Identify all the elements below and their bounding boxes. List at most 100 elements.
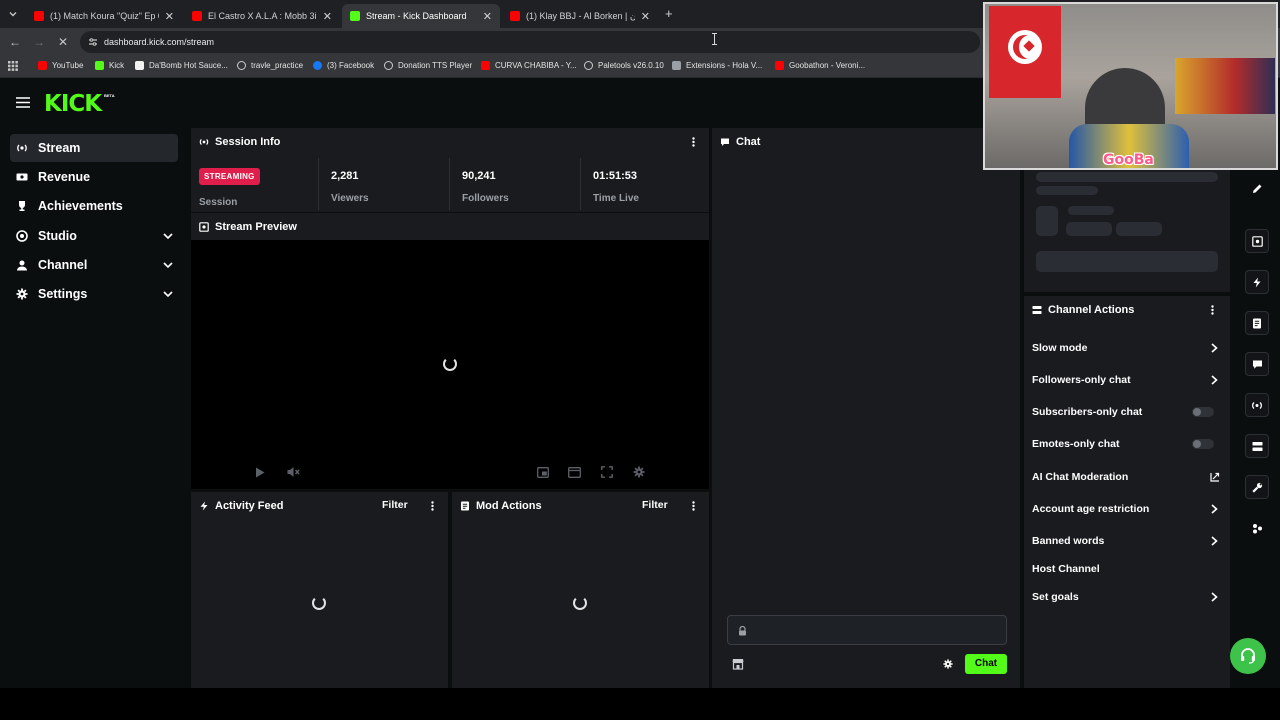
browser-tab[interactable]: (1) Match Koura "Quiz" Ep 02 ✕ bbox=[26, 4, 182, 28]
tunisia-flag bbox=[989, 6, 1061, 98]
bookmark-extensions[interactable]: Extensions - Hola V... bbox=[672, 61, 762, 70]
stop-loading-icon[interactable]: ✕ bbox=[56, 35, 70, 49]
close-tab-icon[interactable]: ✕ bbox=[323, 10, 332, 23]
forward-arrow-icon[interactable]: → bbox=[32, 35, 46, 49]
rail-mod-actions-button[interactable] bbox=[1245, 311, 1269, 335]
sidebar-item-stream[interactable]: Stream bbox=[10, 134, 178, 162]
more-options-icon[interactable] bbox=[431, 501, 434, 511]
session-info-panel: Session Info STREAMING Session 2,281 Vie… bbox=[191, 128, 709, 212]
url-input[interactable]: dashboard.kick.com/stream bbox=[80, 31, 980, 53]
skeleton-bar bbox=[1066, 222, 1112, 236]
ai-chat-moderation-row[interactable]: AI Chat Moderation bbox=[1032, 467, 1224, 487]
activity-feed-header: Activity Feed bbox=[191, 492, 448, 520]
host-channel-label: Host Channel bbox=[1032, 563, 1100, 575]
lightning-icon bbox=[1253, 277, 1261, 287]
more-options-icon[interactable] bbox=[1211, 305, 1214, 315]
back-arrow-icon[interactable]: ← bbox=[8, 35, 22, 49]
followers-only-row[interactable]: Followers-only chat bbox=[1032, 370, 1224, 390]
stream-preview-header: Stream Preview bbox=[191, 213, 709, 240]
rail-edit-button[interactable] bbox=[1245, 176, 1269, 200]
sidebar: Stream Revenue Achievements Studio Chann… bbox=[0, 126, 188, 688]
rail-tools-button[interactable] bbox=[1245, 475, 1269, 499]
apps-grid-icon[interactable] bbox=[8, 61, 18, 71]
new-tab-button[interactable]: + bbox=[665, 6, 673, 21]
subscribers-only-row: Subscribers-only chat bbox=[1032, 402, 1224, 422]
url-text: dashboard.kick.com/stream bbox=[104, 37, 215, 47]
preview-icon bbox=[1251, 235, 1263, 247]
close-tab-icon[interactable]: ✕ bbox=[641, 10, 650, 23]
sidebar-item-settings[interactable]: Settings bbox=[10, 280, 178, 308]
support-chat-button[interactable] bbox=[1230, 638, 1266, 674]
more-options-icon[interactable] bbox=[692, 137, 695, 147]
bookmark-kick[interactable]: Kick bbox=[95, 61, 124, 70]
chevron-down-icon bbox=[163, 262, 173, 269]
kick-logo[interactable]: KICK bbox=[44, 91, 102, 117]
wall-poster bbox=[1175, 58, 1275, 114]
sidebar-item-channel[interactable]: Channel bbox=[10, 251, 178, 279]
pencil-icon bbox=[1252, 184, 1261, 193]
close-tab-icon[interactable]: ✕ bbox=[483, 10, 492, 23]
sidebar-item-achievements[interactable]: Achievements bbox=[10, 192, 178, 220]
session-label: Session bbox=[199, 197, 238, 208]
theater-mode-icon[interactable] bbox=[568, 467, 581, 478]
set-goals-row[interactable]: Set goals bbox=[1032, 587, 1224, 607]
activity-filter-button[interactable]: Filter bbox=[382, 499, 408, 511]
rail-session-info-button[interactable] bbox=[1245, 393, 1269, 417]
browser-tab-active[interactable]: Stream - Kick Dashboard ✕ bbox=[342, 4, 500, 28]
chat-send-button[interactable]: Chat bbox=[965, 654, 1007, 674]
mod-log-icon bbox=[461, 501, 469, 511]
banned-words-row[interactable]: Banned words bbox=[1032, 531, 1224, 551]
rail-chat-button[interactable] bbox=[1245, 352, 1269, 376]
activity-feed-panel: Activity Feed Filter bbox=[191, 492, 448, 688]
rail-channel-actions-button[interactable] bbox=[1245, 434, 1269, 458]
banned-words-label: Banned words bbox=[1032, 535, 1105, 547]
bookmark-youtube[interactable]: YouTube bbox=[38, 61, 83, 70]
bookmark-travle-practice[interactable]: travle_practice bbox=[237, 61, 303, 70]
globe-icon bbox=[584, 61, 593, 70]
channel-icon bbox=[17, 260, 27, 271]
globe-icon bbox=[384, 61, 393, 70]
subscribers-only-toggle[interactable] bbox=[1192, 407, 1214, 417]
bookmark-dabomb[interactable]: Da'Bomb Hot Sauce... bbox=[135, 61, 228, 70]
bookmark-paletools[interactable]: Paletools v26.0.10 bbox=[584, 61, 664, 70]
followers-count: 90,241 bbox=[462, 170, 496, 182]
account-age-row[interactable]: Account age restriction bbox=[1032, 499, 1224, 519]
browser-tab[interactable]: El Castro X A.L.A : Mobb 3ibb/... ✕ bbox=[184, 4, 340, 28]
bookmark-curva-chabiba[interactable]: CURVA CHABIBA - Y... bbox=[481, 61, 577, 70]
rail-more-button[interactable] bbox=[1245, 516, 1269, 540]
rail-preview-button[interactable] bbox=[1245, 229, 1269, 253]
close-tab-icon[interactable]: ✕ bbox=[165, 10, 174, 23]
tab-title: Stream - Kick Dashboard bbox=[366, 11, 467, 21]
play-icon[interactable] bbox=[255, 467, 265, 478]
host-channel-row[interactable]: Host Channel bbox=[1032, 559, 1224, 579]
chevron-down-icon bbox=[163, 291, 173, 298]
chat-input[interactable] bbox=[727, 615, 1007, 645]
emotes-only-label: Emotes-only chat bbox=[1032, 438, 1120, 450]
muted-volume-icon[interactable] bbox=[287, 466, 300, 478]
chevron-right-icon bbox=[1211, 536, 1218, 546]
fullscreen-icon[interactable] bbox=[601, 466, 613, 478]
gear-icon[interactable] bbox=[633, 466, 645, 478]
tab-search-icon[interactable] bbox=[7, 8, 19, 20]
bottom-strip bbox=[0, 688, 1280, 720]
bookmark-donation-tts[interactable]: Donation TTS Player bbox=[384, 61, 472, 70]
sidebar-item-revenue[interactable]: Revenue bbox=[10, 163, 178, 191]
slow-mode-row[interactable]: Slow mode bbox=[1032, 338, 1224, 358]
site-info-icon[interactable] bbox=[88, 37, 98, 47]
hamburger-menu-icon[interactable] bbox=[16, 97, 30, 108]
kick-icon bbox=[95, 61, 104, 70]
store-icon[interactable] bbox=[732, 658, 744, 670]
more-options-icon[interactable] bbox=[692, 501, 695, 511]
browser-tab[interactable]: (1) Klay BBJ - Al Borken | البركان ✕ bbox=[502, 4, 658, 28]
bookmark-goobathon[interactable]: Goobathon - Veroni... bbox=[775, 61, 865, 70]
youtube-favicon-icon bbox=[34, 11, 44, 21]
chat-settings-gear-icon[interactable] bbox=[943, 659, 953, 669]
bookmark-facebook[interactable]: (3) Facebook bbox=[313, 61, 374, 70]
emotes-only-toggle[interactable] bbox=[1192, 439, 1214, 449]
mod-filter-button[interactable]: Filter bbox=[642, 499, 668, 511]
channel-actions-icon bbox=[1252, 441, 1262, 451]
picture-in-picture-icon[interactable] bbox=[537, 467, 549, 478]
rail-activity-button[interactable] bbox=[1245, 270, 1269, 294]
gear-icon bbox=[16, 288, 28, 300]
sidebar-item-studio[interactable]: Studio bbox=[10, 222, 178, 250]
